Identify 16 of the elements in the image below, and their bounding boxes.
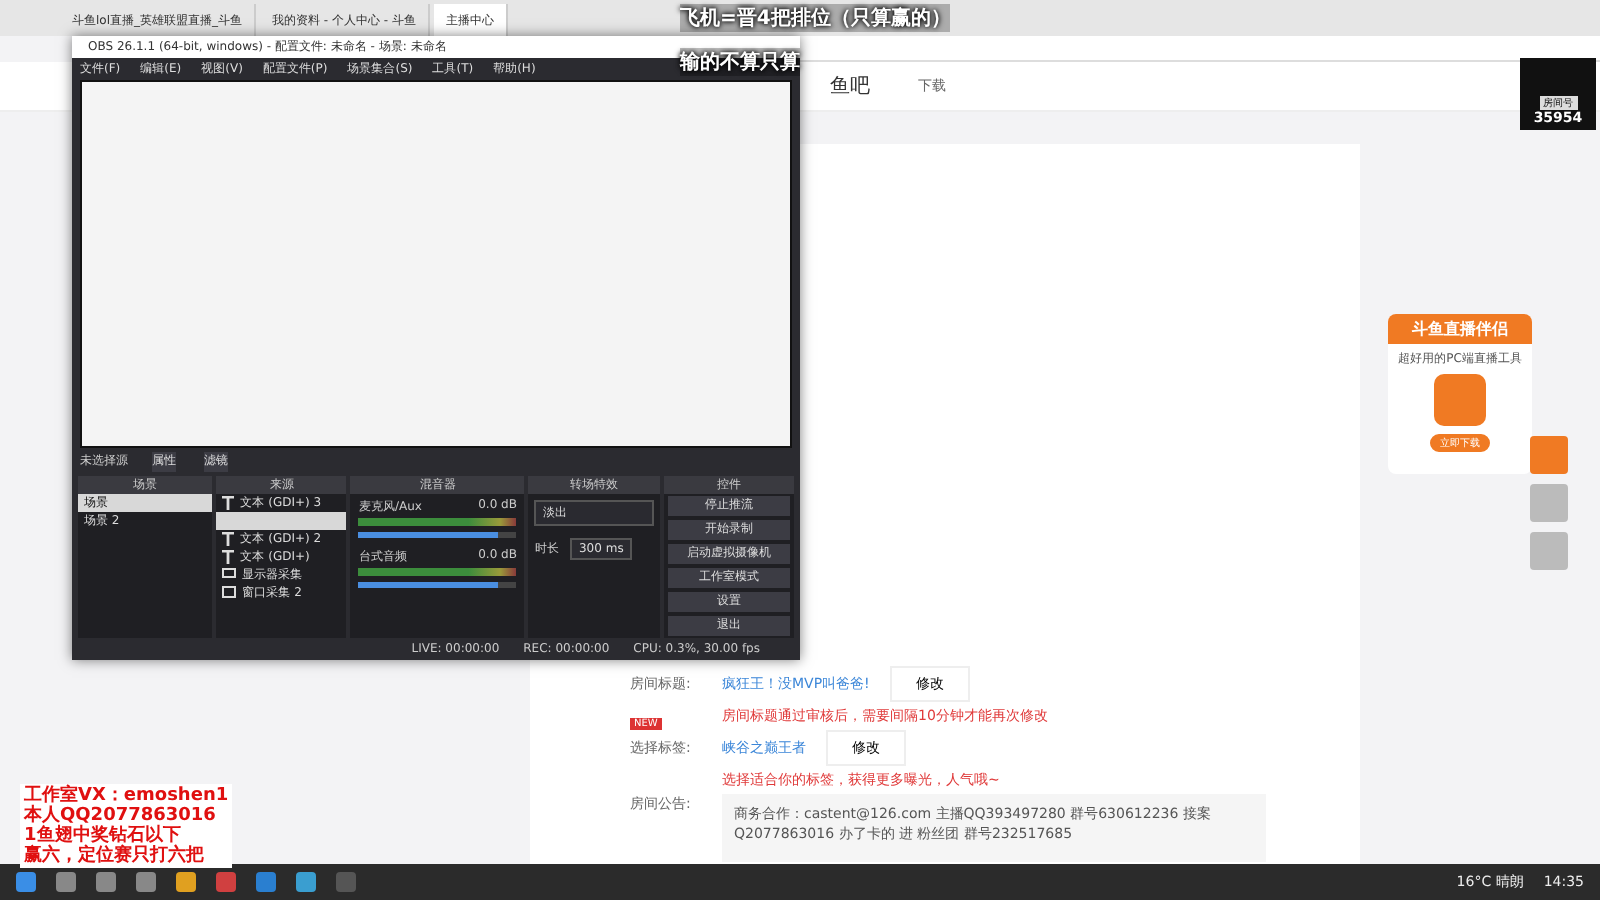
text-icon — [222, 495, 235, 510]
text-icon — [222, 549, 235, 564]
volume-slider[interactable] — [358, 531, 517, 538]
overlay-text: 工作室VX：emoshen1 — [24, 786, 229, 806]
overlay-text: 1鱼翅中奖钻石以下 — [24, 826, 181, 846]
ad-title: 斗鱼直播伴侣 — [1388, 314, 1532, 344]
overlay-text: 本人QQ2077863016 — [24, 806, 218, 826]
text-icon — [222, 531, 235, 546]
monitor-icon — [222, 568, 237, 581]
window-icon — [222, 586, 237, 599]
address-bar[interactable] — [800, 36, 1600, 62]
volume-slider[interactable] — [358, 581, 517, 588]
overlay-text: 赢六，定位赛只打六把 — [24, 846, 206, 866]
source-item[interactable] — [216, 511, 347, 530]
app-logo — [1434, 374, 1486, 426]
nav-link[interactable]: 鱼吧 — [830, 72, 870, 100]
